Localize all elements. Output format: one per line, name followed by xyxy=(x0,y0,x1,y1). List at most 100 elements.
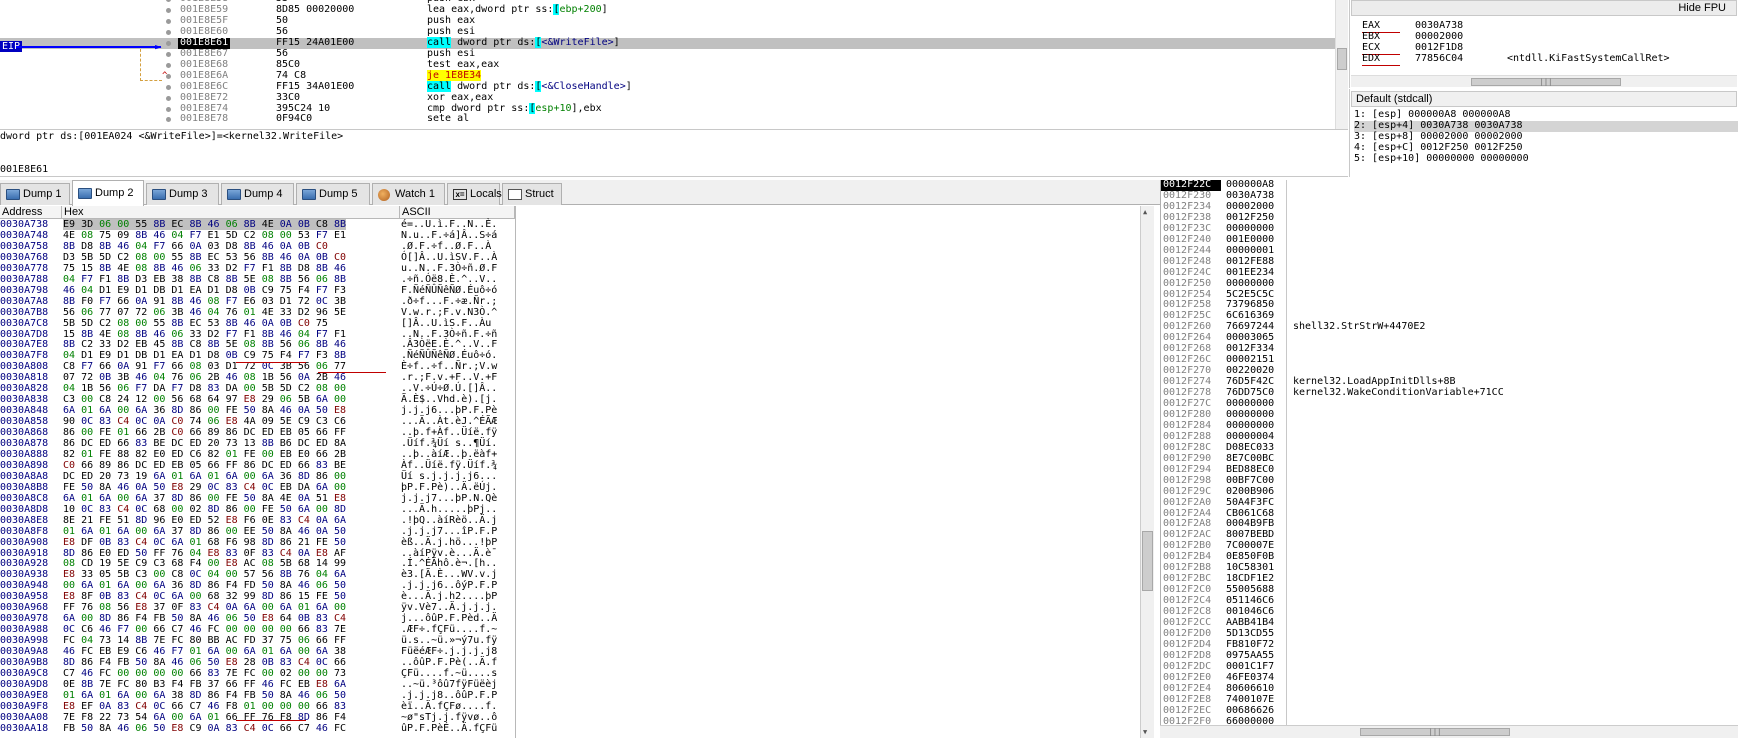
breakpoint-dot-icon[interactable] xyxy=(166,95,171,101)
breakpoint-dot-icon[interactable] xyxy=(166,0,171,2)
stack-value[interactable]: 00686626 xyxy=(1226,705,1274,717)
tab-label: Watch 1 xyxy=(395,188,435,200)
stack-value[interactable]: 00000001 xyxy=(1226,245,1274,257)
dump-hex-text: E8 33 05 5B C3 00 C8 0C 04 00 57 56 8B 7… xyxy=(63,569,346,581)
ascii-column-header[interactable]: ASCII xyxy=(400,206,515,219)
register-value[interactable]: 77856C04 xyxy=(1415,53,1463,65)
calling-convention-select[interactable]: Default (stdcall) xyxy=(1351,91,1737,107)
disasm-row[interactable]: ^ 001E8E6A 74 C8 je 1E8E34 xyxy=(0,69,1335,82)
tab-dump-1[interactable]: Dump 1 xyxy=(0,183,70,205)
registers-scrollbar[interactable]: ||| xyxy=(1351,75,1737,87)
scroll-thumb[interactable]: ||| xyxy=(1360,728,1510,736)
stack-row[interactable]: 0012F298 00BF7C00 xyxy=(1161,474,1738,487)
dump-hex-text: E8 EF 0A 83 C4 0C 66 C7 46 F8 01 00 00 0… xyxy=(63,700,346,712)
stack-value[interactable]: 00000000 xyxy=(1226,278,1274,290)
scroll-down-icon[interactable]: ▼ xyxy=(1143,728,1147,736)
disasm-row[interactable]: 001E8E78 0F94C0 sete al xyxy=(0,113,1335,125)
dump-hex-text: C0 66 89 86 DC ED EB 05 66 FF 86 DC ED 6… xyxy=(63,459,346,471)
disasm-bytes: 74 C8 xyxy=(276,69,307,81)
dump-row[interactable]: 0030AA18 FB 50 8A 46 06 50 E8 C9 0A 83 C4… xyxy=(0,723,515,735)
breakpoint-dot-icon[interactable] xyxy=(166,84,171,90)
modified-bytes-underline xyxy=(236,362,306,363)
dump-ascii[interactable]: []Â..U.ìS.F..Àu xyxy=(401,318,491,330)
tab-dump-4[interactable]: Dump 4 xyxy=(221,183,294,205)
instruction-token: xor eax,eax xyxy=(427,91,494,103)
dump-address: 0030A7A8 xyxy=(0,295,49,307)
stack-value[interactable]: 80606610 xyxy=(1226,683,1274,695)
breakpoint-dot-icon[interactable] xyxy=(166,51,171,57)
stack-row[interactable]: 0012F248 0012FE88 xyxy=(1161,256,1738,268)
stack-value[interactable]: BED88EC0 xyxy=(1226,464,1274,476)
dump-scrollbar[interactable]: ▲ ▼ xyxy=(1140,206,1154,738)
dump-ascii[interactable]: .ð÷f...F.÷æ.Ñr.; xyxy=(401,296,497,308)
dump-hex-text: 01 6A 01 6A 00 6A 38 8D 86 F4 FB 50 8A 4… xyxy=(63,689,346,701)
disasm-address: 001E8E72 xyxy=(180,91,229,103)
stack-value[interactable]: 50A4F3FC xyxy=(1226,497,1274,509)
hide-fpu-button[interactable]: Hide FPU xyxy=(1351,0,1737,16)
stack-value[interactable]: 0012FE88 xyxy=(1226,256,1274,268)
instruction-token: ebp+200 xyxy=(559,3,602,15)
tab-locals[interactable]: x= Locals xyxy=(447,183,502,205)
dump-hex-text: 01 6A 01 6A 00 6A 37 8D 86 00 EE 50 8A 4… xyxy=(63,525,346,537)
stack-address: 0012F2EC xyxy=(1163,704,1212,716)
breakpoint-dot-icon[interactable] xyxy=(166,7,171,13)
disasm-row[interactable]: 001E8E72 33C0 xor eax,eax xyxy=(0,91,1335,104)
breakpoint-dot-icon[interactable] xyxy=(166,62,171,68)
stack-address: 0012F2A0 xyxy=(1163,496,1212,508)
disasm-bytes: 0F94C0 xyxy=(276,113,313,125)
tab-struct[interactable]: Struct xyxy=(502,183,562,205)
address-column-header[interactable]: Address xyxy=(0,206,62,219)
stack-value[interactable]: 001EE234 xyxy=(1226,267,1274,279)
dump-hex-text: 04 F7 F1 8B D3 EB 38 8B C8 8B 5E 08 8B 5… xyxy=(63,273,346,285)
registers-pane[interactable]: Hide FPU EAX 0030A738 EBX 00002000 ECX 0012F1… xyxy=(1349,0,1738,88)
dump-hex-text: E9 3D 06 00 55 8B EC 8B 46 06 8B 4E 0A 0… xyxy=(63,219,346,230)
dump-header: Address Hex ASCII xyxy=(0,206,515,219)
disassembly-pane[interactable]: 001E8E5853push ebx001E8E598D85 00020000l… xyxy=(0,0,1348,129)
stack-value[interactable]: 0200B906 xyxy=(1226,486,1274,498)
tab-dump-5[interactable]: Dump 5 xyxy=(296,183,370,205)
stack-scrollbar[interactable]: ||| xyxy=(1160,725,1738,738)
stack-address: 0012F250 xyxy=(1163,277,1212,289)
breakpoint-dot-icon[interactable] xyxy=(166,29,171,35)
dump-ascii[interactable]: ...Ä.h.....þPj.. xyxy=(401,504,497,516)
stack-row[interactable]: 0012F2A0 50A4F3FC xyxy=(1161,496,1738,509)
stack-value[interactable]: 7400107E xyxy=(1226,694,1274,706)
hex-column-header[interactable]: Hex xyxy=(62,206,400,219)
scroll-thumb[interactable] xyxy=(1337,48,1347,70)
stack-pane[interactable]: 0012F22C 000000A8 0012F230 0030A738 0012F234… xyxy=(1160,179,1738,738)
dump-hex-bytes[interactable]: FB 50 8A 46 06 50 E8 C9 0A 83 C4 0C 66 C… xyxy=(63,723,346,735)
disassembly-scrollbar[interactable] xyxy=(1335,0,1348,129)
tab-dump-3[interactable]: Dump 3 xyxy=(146,183,219,205)
dump-ascii[interactable]: .!þQ..àíRèö..Ä.j xyxy=(401,515,497,527)
instruction-token: push eax xyxy=(427,14,476,26)
scroll-thumb[interactable]: ||| xyxy=(1471,78,1621,86)
dump-ascii[interactable]: F.ÑéÑÛÑêÑØ.Éuô÷ó xyxy=(401,285,497,297)
dump-ascii[interactable]: .j.j.j7...îP.F.P xyxy=(401,526,497,538)
stack-row[interactable]: 0012F29C 0200B906 xyxy=(1161,486,1738,498)
dump-ascii[interactable]: V.w.r.;F.v.N3Ò.^ xyxy=(401,307,497,319)
dump-ascii[interactable]: ûP.F.PèÉ..Ä.fÇFü xyxy=(401,723,497,735)
tab-dump-2[interactable]: Dump 2 xyxy=(72,180,144,206)
stack-row[interactable]: 0012F250 00000000 xyxy=(1161,277,1738,290)
breakpoint-dot-icon[interactable] xyxy=(166,18,171,24)
memory-dump-pane[interactable]: Address Hex ASCII 0030A738 E9 3D 06 00 55… xyxy=(0,206,1160,738)
breakpoint-dot-icon[interactable] xyxy=(166,40,171,46)
stack-row[interactable]: 0012F24C 001EE234 xyxy=(1161,267,1738,279)
tab-watch-1[interactable]: Watch 1 xyxy=(372,183,445,205)
disasm-row[interactable]: 001E8E6C FF15 34A01E00 call dword ptr ds:[… xyxy=(0,80,1335,93)
dump-hex-text: 5B 5D C2 08 00 55 8B EC 53 8B 46 0A 0B C… xyxy=(63,317,328,329)
breakpoint-dot-icon[interactable] xyxy=(166,106,171,112)
scroll-up-icon[interactable]: ▲ xyxy=(1143,208,1147,216)
scroll-thumb[interactable] xyxy=(1142,531,1153,591)
stack-value[interactable]: 00BF7C00 xyxy=(1226,475,1274,487)
call-stack-args-pane[interactable]: Default (stdcall) 1: [esp] 000000A8 0000… xyxy=(1349,89,1738,177)
stack-row[interactable]: 0012F2EC 00686626 xyxy=(1161,704,1738,717)
stack-address: 0012F298 xyxy=(1163,474,1212,486)
call-arg-row[interactable]: 5: [esp+10] 00000000 00000000 xyxy=(1354,153,1738,165)
dump-ascii[interactable]: èß..Ä.j.hö...!þP xyxy=(401,537,497,549)
dump-hex-text: 10 0C 83 C4 0C 68 00 02 8D 86 00 FE 50 6… xyxy=(63,503,346,515)
register-comment: <ntdll.KiFastSystemCallRet> xyxy=(1507,53,1670,64)
breakpoint-dot-icon[interactable] xyxy=(166,117,171,123)
stack-row[interactable]: 0012F2E8 7400107E xyxy=(1161,694,1738,706)
disasm-address: 001E8E6A xyxy=(180,69,229,81)
